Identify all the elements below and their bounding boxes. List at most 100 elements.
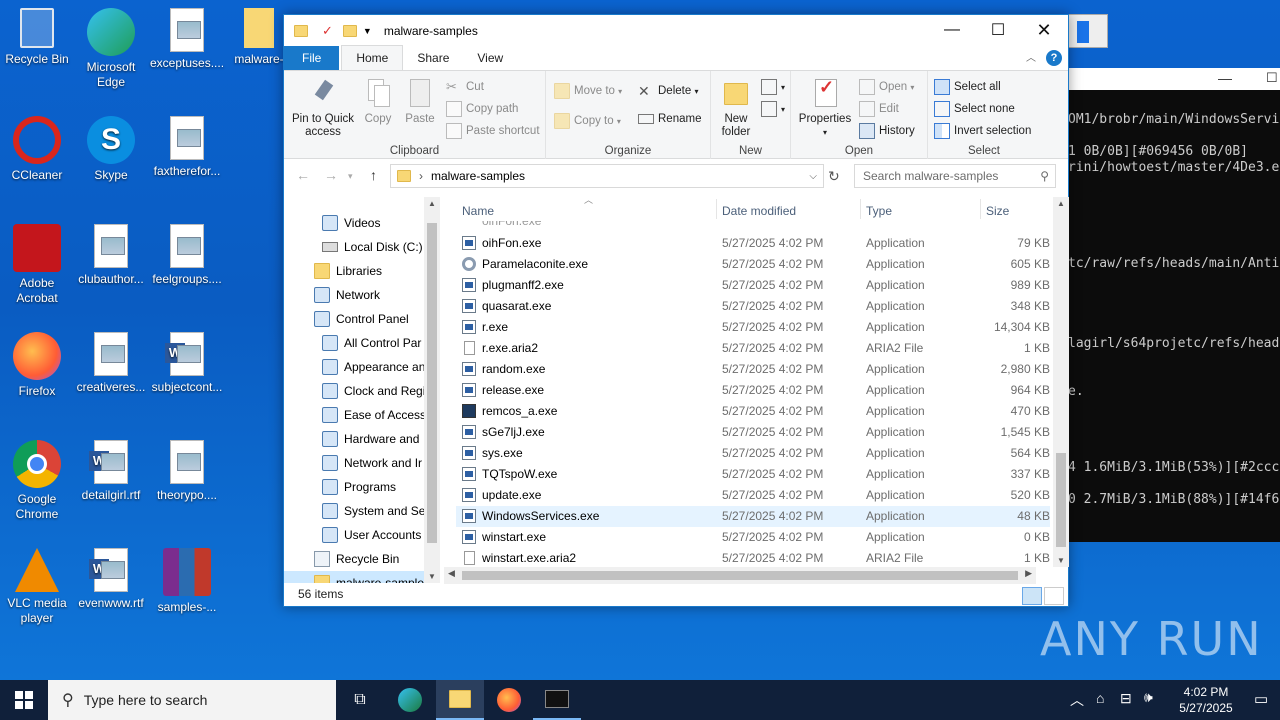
desktop-icon[interactable]: exceptuses.... <box>150 8 224 71</box>
desktop-icon[interactable]: feelgroups.... <box>150 224 224 287</box>
desktop-icon[interactable]: faxtherefor... <box>150 116 224 179</box>
column-header-size[interactable]: Size <box>986 197 1009 223</box>
desktop-icon[interactable]: Wdetailgirl.rtf <box>74 440 148 503</box>
close-button[interactable]: ✕ <box>1021 15 1067 45</box>
cut-button[interactable]: ✂ Cut <box>446 79 484 95</box>
back-arrow-icon[interactable]: ← <box>296 167 310 183</box>
desktop-icon[interactable]: clubauthor... <box>74 224 148 287</box>
nav-item[interactable]: Videos <box>322 211 380 235</box>
minimize-icon[interactable]: — <box>1218 70 1232 86</box>
file-row[interactable]: release.exe 5/27/2025 4:02 PM Application 9… <box>456 380 1050 401</box>
desktop-icon[interactable]: S Skype <box>74 116 148 183</box>
new-item-button[interactable]: ▾ <box>761 79 785 95</box>
nav-item[interactable]: All Control Par <box>322 331 421 355</box>
desktop-icon[interactable]: Wsubjectcont... <box>150 332 224 395</box>
select-none-button[interactable]: Select none <box>934 101 1015 117</box>
file-row[interactable]: random.exe 5/27/2025 4:02 PM Application 2,… <box>456 359 1050 380</box>
desktop-icon[interactable]: creativeres... <box>74 332 148 395</box>
desktop-icon[interactable]: Microsoft Edge <box>74 8 148 90</box>
file-row[interactable]: WindowsServices.exe 5/27/2025 4:02 PM Appl… <box>456 506 1050 527</box>
copy-to-button[interactable]: Copy to ▾ <box>554 113 621 129</box>
file-row[interactable]: winstart.exe.aria2 5/27/2025 4:02 PM ARIA2… <box>456 548 1050 569</box>
nav-item[interactable]: Control Panel <box>314 307 409 331</box>
file-row[interactable]: sGe7ljJ.exe 5/27/2025 4:02 PM Application 1… <box>456 422 1050 443</box>
taskbar-search[interactable]: ⚲ Type here to search <box>48 680 336 720</box>
nav-item[interactable]: User Accounts <box>322 523 421 547</box>
nav-item[interactable]: Ease of Access <box>322 403 426 427</box>
minimize-button[interactable]: — <box>929 15 975 45</box>
nav-item[interactable]: Programs <box>322 475 396 499</box>
collapse-ribbon-icon[interactable]: ︿ <box>1026 49 1036 64</box>
file-row[interactable]: winstart.exe 5/27/2025 4:02 PM Application… <box>456 527 1050 548</box>
desktop-icon[interactable]: samples-... <box>150 548 224 615</box>
taskbar-firefox[interactable] <box>485 680 533 720</box>
nav-item[interactable]: Network and Ir <box>322 451 422 475</box>
terminal-window[interactable]: — ☐ OM1/brobr/main/WindowsServi 1 0B/0B][… <box>1068 68 1280 542</box>
file-list[interactable]: ︿ Name Date modified Type Size oihFon.ex… <box>444 197 1054 569</box>
nav-item[interactable]: Appearance an <box>322 355 425 379</box>
column-header-date[interactable]: Date modified <box>722 197 796 223</box>
taskbar-terminal[interactable] <box>533 680 581 720</box>
refresh-icon[interactable]: ↻ <box>828 168 840 185</box>
forward-arrow-icon[interactable]: → <box>324 167 338 183</box>
quick-access-dropdown-icon[interactable]: ▼ <box>363 26 372 36</box>
nav-item[interactable]: malware-sample <box>284 571 424 583</box>
file-row[interactable]: oihFon.exe 5/27/2025 4:02 PM Application 79… <box>456 233 1050 254</box>
h-scroll-thumb[interactable] <box>462 571 1018 580</box>
column-separator[interactable] <box>980 199 981 219</box>
taskbar-file-explorer[interactable] <box>436 680 484 720</box>
column-header-type[interactable]: Type <box>866 197 892 223</box>
tray-app-icon[interactable]: ⌂ <box>1096 690 1104 706</box>
notifications-icon[interactable]: ▭ <box>1254 690 1268 708</box>
delete-button[interactable]: ✕ Delete ▾ <box>638 83 698 99</box>
address-box[interactable]: › malware-samples ⌵ <box>390 164 824 188</box>
start-button[interactable] <box>0 680 48 720</box>
desktop-icon[interactable]: Google Chrome <box>0 440 74 522</box>
search-input[interactable]: Search malware-samples ⚲ <box>854 164 1056 188</box>
show-hidden-icons-icon[interactable]: ︿ <box>1070 690 1084 710</box>
column-separator[interactable] <box>860 199 861 219</box>
file-row[interactable]: remcos_a.exe 5/27/2025 4:02 PM Application… <box>456 401 1050 422</box>
desktop-icon[interactable]: Wevenwww.rtf <box>74 548 148 611</box>
breadcrumb-chevron-icon[interactable]: › <box>419 169 423 183</box>
properties-button[interactable]: ✓ Properties ▾ <box>795 77 855 139</box>
file-row[interactable]: sys.exe 5/27/2025 4:02 PM Application 564 K… <box>456 443 1050 464</box>
file-row[interactable]: r.exe 5/27/2025 4:02 PM Application 14,304 … <box>456 317 1050 338</box>
large-icons-view-icon[interactable] <box>1044 587 1064 605</box>
recent-locations-icon[interactable]: ▾ <box>348 171 353 182</box>
desktop-icon[interactable]: Adobe Acrobat <box>0 224 74 306</box>
nav-item[interactable]: Libraries <box>314 259 382 283</box>
tab-file[interactable]: File <box>284 46 340 70</box>
copy-button[interactable]: Copy <box>360 77 396 126</box>
nav-scroll-thumb[interactable] <box>427 223 437 543</box>
navigation-pane[interactable]: Videos Local Disk (C:) Libraries Network Con… <box>284 197 440 583</box>
file-row[interactable]: update.exe 5/27/2025 4:02 PM Application 52… <box>456 485 1050 506</box>
tab-view[interactable]: View <box>463 46 517 70</box>
desktop-icon[interactable]: VLC media player <box>0 548 74 626</box>
terminal-titlebar[interactable]: — ☐ <box>1068 68 1280 90</box>
up-arrow-icon[interactable]: ↑ <box>370 167 377 183</box>
file-list-scrollbar[interactable]: ▲ ▼ <box>1053 197 1069 567</box>
nav-item[interactable]: Clock and Regi <box>322 379 425 403</box>
task-view-button[interactable]: ⧉ <box>336 680 384 720</box>
nav-scrollbar[interactable]: ▲ ▼ <box>424 197 440 583</box>
copy-path-button[interactable]: Copy path <box>446 101 518 117</box>
maximize-icon[interactable]: ☐ <box>1266 70 1278 86</box>
rename-button[interactable]: Rename <box>638 113 701 125</box>
desktop-icon[interactable]: Firefox <box>0 332 74 399</box>
tab-home[interactable]: Home <box>341 45 404 70</box>
file-row[interactable]: r.exe.aria2 5/27/2025 4:02 PM ARIA2 File 1 … <box>456 338 1050 359</box>
open-button[interactable]: Open ▾ <box>859 79 914 95</box>
file-row[interactable]: TQTspoW.exe 5/27/2025 4:02 PM Application 3… <box>456 464 1050 485</box>
easy-access-button[interactable]: ▾ <box>761 101 785 117</box>
file-explorer-window[interactable]: ✓ ▼ malware-samples — ☐ ✕ File Home Shar… <box>283 14 1069 607</box>
scroll-left-icon[interactable]: ◀ <box>448 568 455 579</box>
move-to-button[interactable]: Move to ▾ <box>554 83 622 99</box>
network-icon[interactable]: ⊟ <box>1120 690 1132 707</box>
nav-item[interactable]: Recycle Bin <box>314 547 399 571</box>
explorer-titlebar[interactable]: ✓ ▼ malware-samples — ☐ ✕ <box>284 15 1068 47</box>
nav-item[interactable]: Hardware and <box>322 427 419 451</box>
scroll-down-icon[interactable]: ▼ <box>1057 556 1065 565</box>
clock[interactable]: 4:02 PM 5/27/2025 <box>1168 684 1244 716</box>
file-row[interactable]: quasarat.exe 5/27/2025 4:02 PM Application… <box>456 296 1050 317</box>
